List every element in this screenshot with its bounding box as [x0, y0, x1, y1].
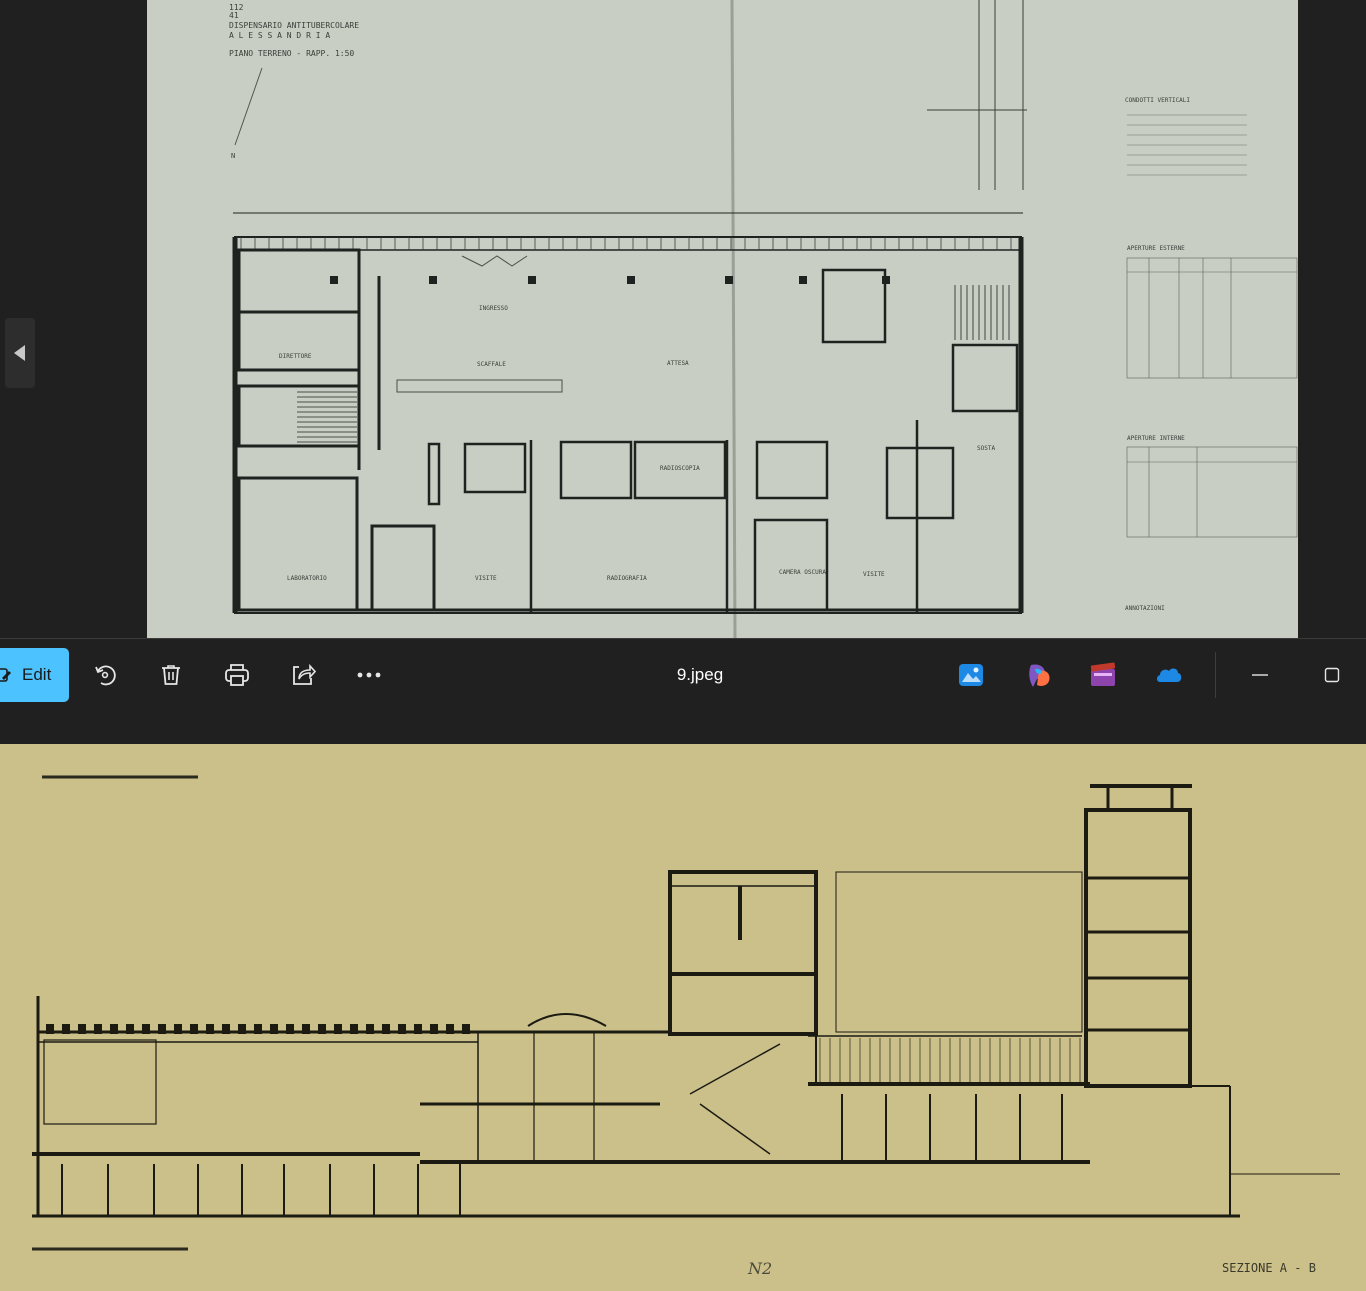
- label-annotazioni: ANNOTAZIONI: [1125, 605, 1165, 612]
- parapet-block: [270, 1024, 278, 1034]
- parapet-block: [334, 1024, 342, 1034]
- parapet-block: [142, 1024, 150, 1034]
- parapet-block: [158, 1024, 166, 1034]
- parapet-block: [126, 1024, 134, 1034]
- label-visite-right: VISITE: [863, 571, 885, 578]
- section-label: SEZIONE A - B: [1222, 1261, 1316, 1275]
- label-ingresso: INGRESSO: [479, 305, 508, 312]
- plan-number-bottom: 41: [229, 11, 239, 20]
- label-aperture-interne: APERTURE INTERNE: [1127, 435, 1185, 442]
- north-label: N: [231, 152, 235, 160]
- parapet-block: [254, 1024, 262, 1034]
- label-scaffale: SCAFFALE: [477, 361, 506, 368]
- parapet-block: [430, 1024, 438, 1034]
- maximize-button[interactable]: [1314, 657, 1350, 693]
- plan-title: DISPENSARIO ANTITUBERCOLARE: [229, 21, 359, 30]
- label-visite-left: VISITE: [475, 575, 497, 582]
- file-name: 9.jpeg: [676, 665, 724, 684]
- edit-image-icon: [0, 668, 11, 682]
- label-sosta: SOSTA: [977, 445, 995, 452]
- parapet-block: [78, 1024, 86, 1034]
- copilot-app-icon[interactable]: [1025, 661, 1053, 689]
- separator-strip: [0, 710, 1366, 744]
- parapet-block: [190, 1024, 198, 1034]
- label-aperture-esterne: APERTURE ESTERNE: [1127, 245, 1185, 252]
- parapet-block: [174, 1024, 182, 1034]
- label-attesa: ATTESA: [667, 360, 689, 367]
- parapet-block: [398, 1024, 406, 1034]
- floor-plan-image: 112 41 DISPENSARIO ANTITUBERCOLARE A L E…: [147, 0, 1298, 638]
- rotate-button[interactable]: [87, 657, 123, 693]
- parapet-block: [110, 1024, 118, 1034]
- parapet-block: [238, 1024, 246, 1034]
- section-n-label: N2: [747, 1259, 772, 1278]
- delete-button[interactable]: [153, 657, 189, 693]
- parapet-block: [382, 1024, 390, 1034]
- section-drawing-image: SEZIONE A - B N2: [0, 744, 1366, 1291]
- plan-scale: PIANO TERRENO - RAPP. 1:50: [229, 49, 354, 58]
- parapet-block: [94, 1024, 102, 1034]
- plan-city: A L E S S A N D R I A: [229, 31, 330, 40]
- onedrive-app-icon[interactable]: [1155, 661, 1183, 689]
- clipchamp-app-icon[interactable]: [1089, 661, 1117, 689]
- label-laboratorio: LABORATORIO: [287, 575, 327, 582]
- parapet-block: [318, 1024, 326, 1034]
- share-icon: [293, 663, 316, 685]
- label-direttore: DIRETTORE: [279, 353, 312, 360]
- share-button[interactable]: [285, 657, 321, 693]
- parapet-block: [302, 1024, 310, 1034]
- photo-viewer: 112 41 DISPENSARIO ANTITUBERCOLARE A L E…: [0, 0, 1366, 638]
- parapet-block: [62, 1024, 70, 1034]
- parapet-block: [414, 1024, 422, 1034]
- print-button[interactable]: [219, 657, 255, 693]
- edit-label: Edit: [22, 665, 52, 684]
- rotate-icon: [95, 665, 116, 686]
- previous-image-button[interactable]: [5, 318, 35, 388]
- minimize-button[interactable]: [1242, 657, 1278, 693]
- parapet-block: [366, 1024, 374, 1034]
- maximize-icon: [1324, 667, 1340, 683]
- more-icon: [357, 672, 381, 678]
- parapet-block: [206, 1024, 214, 1034]
- toolbar-divider: [1215, 652, 1216, 698]
- photos-toolbar: Edit 9.jpeg: [0, 638, 1366, 711]
- chevron-left-icon: [14, 345, 25, 361]
- label-camera-oscura: CAMERA OSCURA: [779, 569, 826, 576]
- parapet-block: [350, 1024, 358, 1034]
- photos-app-icon[interactable]: [957, 661, 985, 689]
- parapet-block: [446, 1024, 454, 1034]
- label-radioscopia: RADIOSCOPIA: [660, 465, 700, 472]
- label-condotti: CONDOTTI VERTICALI: [1125, 97, 1190, 104]
- print-icon: [225, 664, 249, 686]
- more-options-button[interactable]: [351, 657, 387, 693]
- parapet-block: [286, 1024, 294, 1034]
- delete-icon: [162, 665, 180, 685]
- label-radiografia: RADIOGRAFIA: [607, 575, 647, 582]
- parapet-block: [462, 1024, 470, 1034]
- edit-button[interactable]: Edit: [0, 648, 69, 702]
- minimize-icon: [1252, 674, 1268, 676]
- parapet-block: [46, 1024, 54, 1034]
- parapet-block: [222, 1024, 230, 1034]
